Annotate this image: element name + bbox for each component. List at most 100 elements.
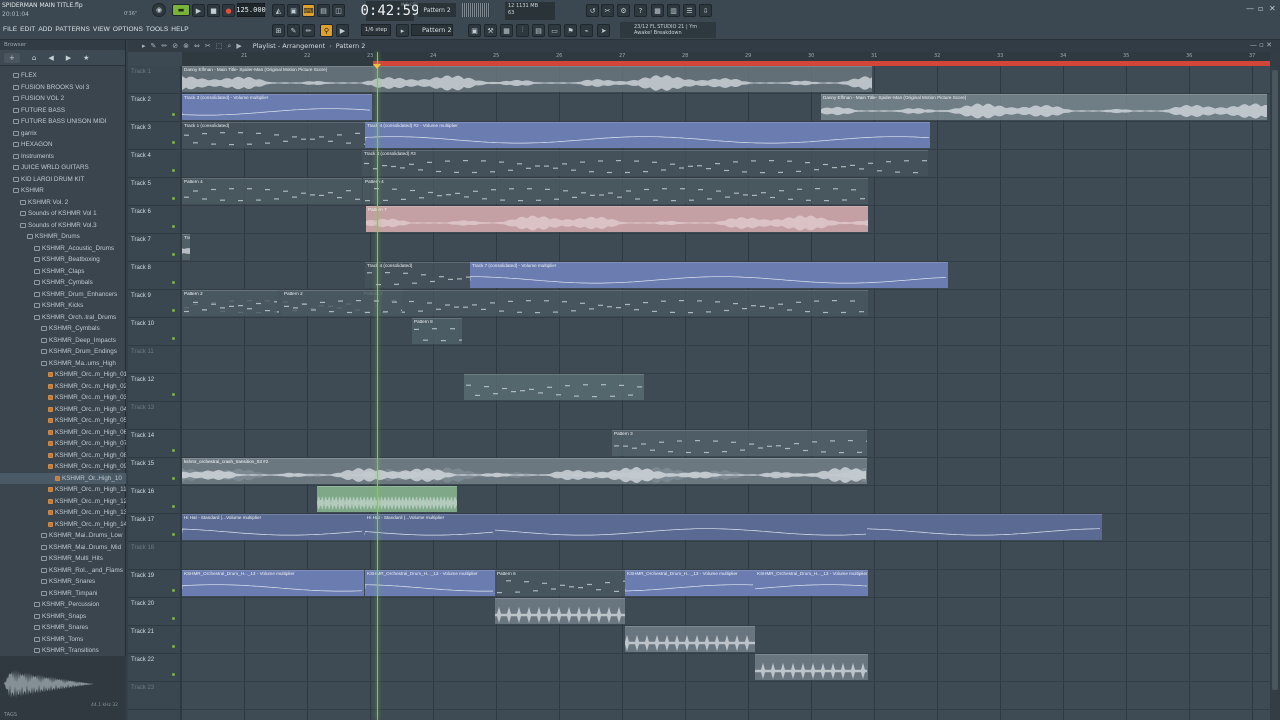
browser-file[interactable]: KSHMR_Orc..m_High_07: [0, 438, 126, 450]
plugin-picker-icon[interactable]: ▣: [468, 24, 481, 37]
playlist-clip[interactable]: [495, 598, 625, 624]
track-active-led[interactable]: [172, 141, 175, 144]
track-header[interactable]: Track 1: [128, 66, 180, 94]
home-icon[interactable]: ⌂: [32, 54, 36, 62]
playlist-clip[interactable]: Track 7 (consolidated) - Volume multipli…: [470, 262, 948, 288]
browser-file[interactable]: KSHMR_Orc..m_High_13: [0, 507, 126, 519]
close-icon[interactable]: ✕: [1269, 4, 1276, 13]
track-header[interactable]: Track 13: [128, 402, 180, 430]
browser-folder[interactable]: Instruments: [0, 151, 126, 163]
tool-select-icon[interactable]: ⬚: [216, 42, 223, 50]
track-header[interactable]: Track 7: [128, 234, 180, 262]
browser-file[interactable]: KSHMR_Orc..m_High_06: [0, 427, 126, 439]
track-header[interactable]: Track 20: [128, 598, 180, 626]
playlist-clip[interactable]: Pattern 3: [612, 430, 867, 456]
track-active-led[interactable]: [172, 253, 175, 256]
browser-file[interactable]: KSHMR_Orc..m_High_08: [0, 450, 126, 462]
pattern-selector-top[interactable]: Pattern 2: [418, 3, 456, 17]
playlist-clip[interactable]: KSHMR_Orchestral_Drum_H..._13 - Volume m…: [755, 570, 868, 596]
draw-icon[interactable]: ✎: [287, 24, 300, 37]
playlist-clip[interactable]: KSHMR_Orchestral_Drum_H..._13 - Volume m…: [365, 570, 495, 596]
undo-icon[interactable]: ↺: [586, 4, 599, 17]
tempo-display[interactable]: 125.000: [236, 3, 266, 17]
browser-folder[interactable]: Sounds of KSHMR Vol 1: [0, 208, 126, 220]
playlist-pattern[interactable]: Pattern 2: [336, 42, 366, 50]
track-header[interactable]: Track 5: [128, 178, 180, 206]
playlist-clip[interactable]: Track 1 (consolidated): [182, 122, 372, 148]
track-active-led[interactable]: [172, 169, 175, 172]
playlist-clip[interactable]: KSHMR_Orchestral_Drum_H..._13 - Volume m…: [625, 570, 755, 596]
step-edit-icon[interactable]: ▤: [317, 4, 330, 17]
playlist-clip[interactable]: Danny Elfman - Main Title- Spider-Man (O…: [821, 94, 1267, 120]
star-icon[interactable]: ★: [83, 54, 89, 62]
tags-label[interactable]: TAGS: [4, 712, 17, 718]
blend-notes-icon[interactable]: ◫: [332, 4, 345, 17]
pattern-selector[interactable]: Pattern 2: [411, 24, 453, 36]
playlist-clip[interactable]: Pattern 8: [412, 318, 462, 344]
track-header[interactable]: Track 3: [128, 122, 180, 150]
add-icon[interactable]: +: [4, 52, 20, 63]
browser-folder[interactable]: KSHMR_Claps: [0, 266, 126, 278]
tool-delete-icon[interactable]: ⊘: [172, 42, 178, 50]
browser-folder[interactable]: KSHMR_Toms: [0, 634, 126, 646]
track-active-led[interactable]: [172, 337, 175, 340]
menu-tools[interactable]: TOOLS: [146, 26, 168, 33]
browser-folder[interactable]: FUTURE BASS UNISON MIDI: [0, 116, 126, 128]
track-header[interactable]: Track 6: [128, 206, 180, 234]
folder-icon[interactable]: ▭: [548, 24, 561, 37]
menu-arrow-icon[interactable]: ▸: [142, 42, 146, 50]
playlist-clip[interactable]: Hi Hat - Standard (...Volume multiplier: [182, 514, 364, 540]
tools-icon[interactable]: ⚒: [484, 24, 497, 37]
playlist-icon[interactable]: ☰: [683, 4, 696, 17]
browser-folder[interactable]: KSHMR: [0, 185, 126, 197]
track-active-led[interactable]: [172, 197, 175, 200]
scrollbar-thumb[interactable]: [1272, 70, 1278, 690]
export-icon[interactable]: ⇩: [699, 4, 712, 17]
browser-folder[interactable]: KSHMR_Snares: [0, 576, 126, 588]
browser-folder[interactable]: KSHMR_Cymbals: [0, 323, 126, 335]
browser-folder[interactable]: KSHMR_Acoustic_Drums: [0, 243, 126, 255]
playlist-clip[interactable]: KSHMR_Orchestral_Drum_H..._13 - Volume m…: [182, 570, 364, 596]
tool-paint-icon[interactable]: ✏: [161, 42, 167, 50]
arrangement-grid[interactable]: Danny Elfman - Main Title- Spider-Man (O…: [182, 66, 1270, 720]
track-active-led[interactable]: [172, 589, 175, 592]
browser-folder[interactable]: KSHMR_Rol.._and_Flams: [0, 565, 126, 577]
browser-folder[interactable]: garrix: [0, 128, 126, 140]
playlist-clip[interactable]: Danny Elfman - Main Title- Spider-Man (O…: [182, 66, 872, 92]
magnet-icon[interactable]: ⚲: [320, 24, 333, 37]
menu-view[interactable]: VIEW: [93, 26, 110, 33]
track-header[interactable]: Track 2: [128, 94, 180, 122]
browser-folder[interactable]: KSHMR_Drum_Endings: [0, 346, 126, 358]
menu-file[interactable]: FILE: [3, 26, 17, 33]
playlist-clip[interactable]: Pattern 7: [366, 206, 868, 232]
playlist-clip[interactable]: Pattern 4: [363, 178, 868, 204]
track-header[interactable]: Track 9: [128, 290, 180, 318]
browser-file[interactable]: KSHMR_Orc..m_High_12: [0, 496, 126, 508]
track-active-led[interactable]: [172, 617, 175, 620]
playlist-clip[interactable]: [317, 486, 457, 512]
menu-help[interactable]: HELP: [171, 26, 188, 33]
menu-add[interactable]: ADD: [38, 26, 52, 33]
track-header[interactable]: Track 12: [128, 374, 180, 402]
browser-icon[interactable]: ▤: [532, 24, 545, 37]
playlist-clip[interactable]: Pattern 4: [182, 178, 362, 204]
typing-keyboard-icon[interactable]: ⌨: [302, 4, 315, 17]
browser-folder[interactable]: FLEX: [0, 70, 126, 82]
forward-icon[interactable]: ▶: [66, 54, 71, 62]
send-icon[interactable]: ➤: [597, 24, 610, 37]
track-header[interactable]: Track 11: [128, 346, 180, 374]
browser-file[interactable]: KSHMR_Orc..m_High_09: [0, 461, 126, 473]
pin-icon[interactable]: ⚑: [564, 24, 577, 37]
minimize-icon[interactable]: —: [1246, 4, 1254, 13]
browser-folder[interactable]: HEXAGON: [0, 139, 126, 151]
browser-folder[interactable]: KSHMR_Percussion: [0, 599, 126, 611]
playhead-marker-icon[interactable]: [373, 64, 381, 69]
browser-folder[interactable]: FUSION BROOKS Vol 3: [0, 82, 126, 94]
pattern-song-toggle[interactable]: ▬: [172, 4, 190, 16]
track-active-led[interactable]: [172, 113, 175, 116]
plug-icon[interactable]: ⌁: [580, 24, 593, 37]
playlist-clip[interactable]: Pattern 2: [282, 290, 402, 316]
browser-folder[interactable]: KSHMR_Mai..Drums_Mid: [0, 542, 126, 554]
menu-patterns[interactable]: PATTERNS: [55, 26, 90, 33]
track-active-led[interactable]: [172, 309, 175, 312]
